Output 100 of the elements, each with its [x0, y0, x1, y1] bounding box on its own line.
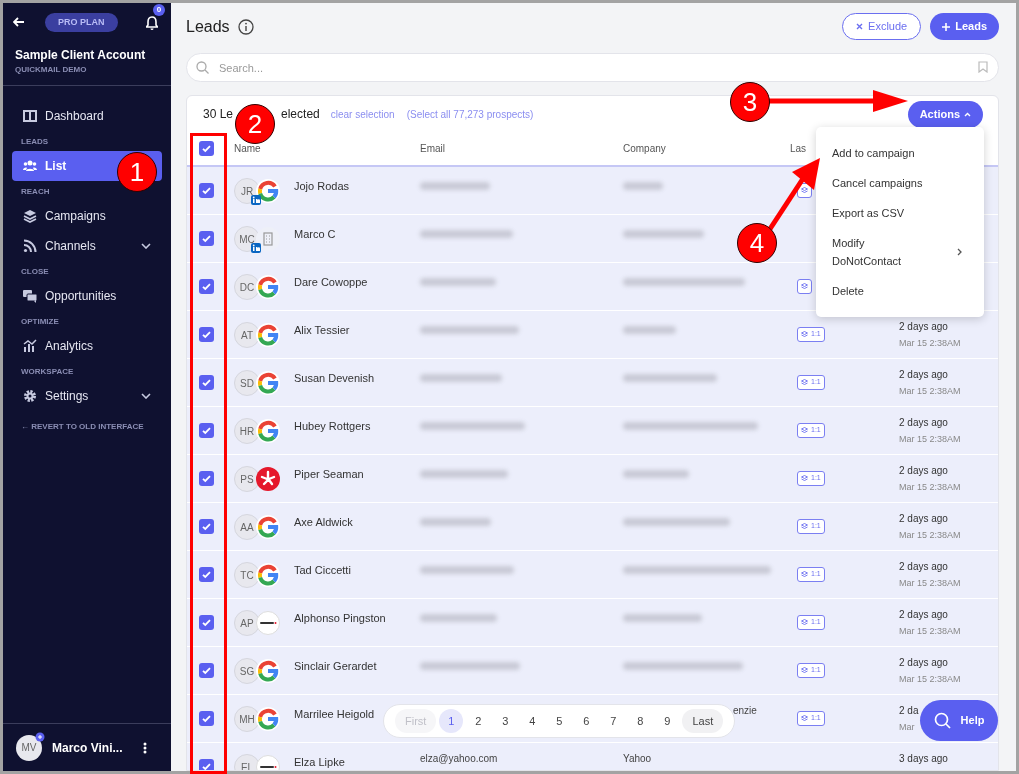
checkbox[interactable] [198, 567, 214, 582]
initials-avatar: AA [234, 514, 260, 540]
settings-icon [23, 389, 37, 403]
checkbox[interactable] [198, 471, 214, 486]
nav-item[interactable]: Campaigns [12, 201, 162, 231]
lead-name[interactable]: Dare Cowoppe [294, 275, 368, 289]
plus-icon [942, 22, 951, 31]
dashboard-icon [23, 109, 37, 123]
initials-avatar: AP [234, 610, 260, 636]
checkbox[interactable] [198, 327, 214, 342]
section-heading: CLOSE [20, 266, 50, 278]
last-contact-date: 2 days ago [899, 368, 948, 382]
checkbox[interactable] [198, 423, 214, 438]
users-icon [23, 159, 37, 173]
company-text: enzie [733, 705, 758, 717]
selection-count: elected [281, 106, 320, 123]
company-text: Yahoo [623, 753, 653, 765]
layers-icon [801, 667, 808, 674]
nav-item[interactable]: Analytics [12, 331, 162, 361]
checkbox[interactable] [198, 759, 214, 770]
back-arrow-icon [13, 17, 25, 27]
account-name: Sample Client Account [15, 47, 147, 63]
search-icon [933, 712, 951, 729]
initials-avatar: SG [234, 658, 260, 684]
nav-item[interactable]: Channels [12, 231, 162, 261]
checkbox[interactable] [198, 231, 214, 246]
page-button[interactable]: 8 [628, 709, 653, 733]
checkbox[interactable] [198, 375, 214, 390]
last-contact-time: Mar 15 2:38AM [899, 625, 961, 638]
last-contact-time: Mar 15 2:38AM [899, 385, 961, 398]
last-contact-time: Mar [899, 721, 915, 734]
workspace-name: QUICKMAIL DEMO [15, 65, 88, 75]
nav-item[interactable]: Settings [12, 381, 162, 411]
layers-icon [801, 331, 808, 338]
layers-icon [801, 475, 808, 482]
checkbox[interactable] [198, 615, 214, 630]
layers-icon [801, 523, 808, 530]
actions-button[interactable]: Actions [907, 100, 983, 128]
layers-icon [801, 619, 808, 626]
page-button[interactable]: 7 [601, 709, 626, 733]
lead-name[interactable]: Sinclair Gerardet [294, 659, 377, 673]
revert-link[interactable]: ← REVERT TO OLD INTERFACE [12, 411, 162, 432]
page-button[interactable]: 4 [520, 709, 545, 733]
search-icon [196, 61, 209, 74]
close-icon [856, 23, 864, 30]
checkbox[interactable] [198, 711, 214, 726]
checkbox[interactable] [198, 141, 214, 156]
section-heading: LEADS [20, 136, 50, 148]
checkbox[interactable] [198, 519, 214, 534]
blurred-text [623, 326, 676, 334]
lead-name[interactable]: Axe Aldwick [294, 515, 353, 529]
table-row[interactable]: EL Elza Lipke elza@yahoo.com Yahoo 3 days ago [187, 743, 998, 770]
last-contact-date: 2 da [899, 704, 919, 718]
column-header[interactable]: Name [225, 141, 412, 156]
nav-item[interactable]: Dashboard [12, 101, 162, 131]
checkbox[interactable] [198, 663, 214, 678]
column-header[interactable]: Email [412, 141, 615, 156]
nav-item[interactable]: Opportunities [12, 281, 162, 311]
add-leads-button[interactable]: Leads [930, 13, 999, 40]
blurred-text [420, 518, 491, 526]
page-button[interactable]: 3 [493, 709, 518, 733]
menu-item[interactable]: Delete [816, 276, 984, 306]
user-avatar: MV [16, 734, 42, 761]
search-field[interactable]: Search... [186, 53, 999, 82]
initials-avatar: EL [234, 754, 260, 770]
exclude-button[interactable]: Exclude [842, 13, 922, 40]
email-text: elza@yahoo.com [420, 753, 499, 765]
section-heading: WORKSPACE [20, 366, 75, 378]
lead-name[interactable]: Alix Tessier [294, 323, 350, 337]
column-header[interactable]: Company [615, 141, 782, 156]
menu-item[interactable]: Add to campaign [816, 138, 984, 168]
lead-name[interactable]: Marrilee Heigold [294, 707, 375, 721]
google-logo-icon [256, 515, 280, 539]
google-logo-icon [256, 323, 280, 347]
blurred-text [623, 470, 689, 478]
lead-name[interactable]: Piper Seaman [294, 467, 364, 481]
checkbox[interactable] [198, 183, 214, 198]
page-button[interactable]: 9 [655, 709, 680, 733]
burst-logo-icon [256, 467, 280, 491]
page-button[interactable]: Last [682, 709, 724, 733]
lead-name[interactable]: Jojo Rodas [294, 179, 350, 193]
last-contact-time: Mar 15 2:38AM [899, 673, 961, 686]
initials-avatar: PS [234, 466, 260, 492]
lead-name[interactable]: Elza Lipke [294, 755, 345, 769]
page-button[interactable]: 5 [547, 709, 572, 733]
page-button[interactable]: 6 [574, 709, 599, 733]
page-button[interactable]: 1 [439, 709, 464, 733]
lead-name[interactable]: Hubey Rottgers [294, 419, 371, 433]
page-button[interactable]: 2 [466, 709, 491, 733]
layers-icon [801, 427, 808, 434]
lead-name[interactable]: Susan Devenish [294, 371, 375, 385]
checkbox[interactable] [198, 279, 214, 294]
lead-name[interactable]: Tad Ciccetti [294, 563, 351, 577]
lead-name[interactable]: Marco C [294, 227, 336, 241]
chat-icon [23, 289, 37, 303]
menu-item[interactable]: Cancel campaigns [816, 168, 984, 198]
page-title: Leads [186, 16, 230, 37]
lead-name[interactable]: Alphonso Pingston [294, 611, 386, 625]
layers-icon [801, 715, 808, 722]
initials-avatar: SD [234, 370, 260, 396]
